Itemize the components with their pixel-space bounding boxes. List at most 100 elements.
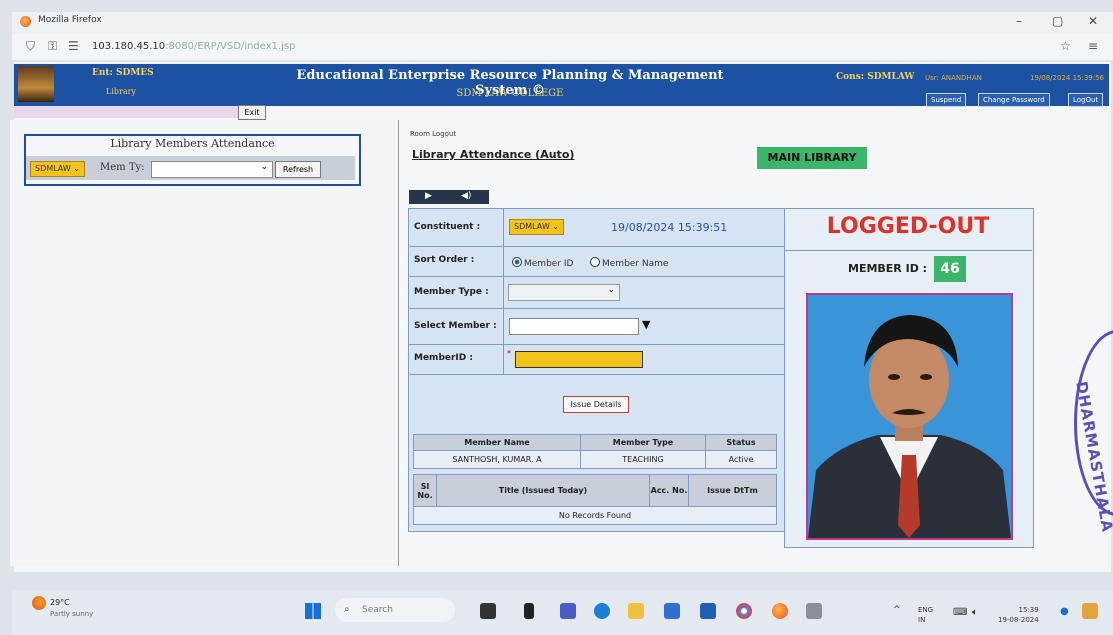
exit-button[interactable]: Exit (238, 105, 266, 120)
network-icon[interactable]: ⌨ (953, 607, 967, 618)
suspend-button[interactable]: Suspend (926, 93, 967, 107)
chevron-down-icon: ⌄ (552, 222, 559, 231)
select-member-label: Select Member : (414, 321, 497, 331)
file-explorer-icon[interactable] (628, 603, 644, 619)
form-divider (503, 208, 504, 374)
profile-member-id-value: 46 (934, 256, 966, 282)
edge-icon[interactable] (594, 603, 610, 619)
sort-radio-member-name[interactable]: Member Name (590, 257, 668, 269)
col-member-type: Member Type (580, 434, 706, 451)
notification-icon[interactable]: ● (1060, 606, 1069, 617)
issue-table: Sl No. Title (Issued Today) Acc. No. Iss… (413, 474, 777, 525)
lang-code: ENG (918, 606, 934, 614)
college-name: SDM LAW COLLEGE (456, 88, 564, 99)
clock-date: 19-08-2024 (998, 616, 1039, 624)
weather-temp[interactable]: 29°C (50, 598, 70, 607)
select-member-input[interactable] (509, 318, 639, 335)
member-portrait-image (808, 295, 1011, 538)
menu-icon[interactable]: ≡ (1088, 39, 1098, 53)
page-info-icon[interactable]: ☰ (68, 39, 79, 53)
weather-icon[interactable] (32, 596, 46, 610)
profile-member-id-label: MEMBER ID : (848, 262, 928, 275)
select-member-dropdown-icon[interactable]: ▼ (642, 318, 650, 331)
left-panel (10, 120, 399, 566)
entity-label: Ent: SDMES (92, 68, 154, 78)
change-password-button[interactable]: Change Password (978, 93, 1050, 107)
mem-type-select[interactable]: ⌄ (151, 161, 273, 178)
app-icon[interactable] (806, 603, 822, 619)
member-type-label: Member Type : (414, 287, 489, 297)
teams-icon[interactable] (560, 603, 576, 619)
search-icon: ⌕ (344, 604, 350, 615)
lang-region: IN (918, 616, 926, 624)
member-table: Member Name Member Type Status SANTHOSH,… (413, 434, 777, 469)
issue-details-button[interactable]: Issue Details (563, 396, 629, 413)
constituent-select[interactable]: SDMLAW ⌄ (30, 161, 85, 177)
media-player[interactable]: ▶ ◀) (409, 190, 489, 204)
required-marker: * (507, 349, 511, 358)
attendance-heading: Library Attendance (Auto) (412, 148, 575, 161)
constituent-label: Cons: SDMLAW (836, 72, 915, 82)
mem-type-label: Mem Ty: (100, 162, 145, 173)
shield-icon[interactable]: ⛉ (26, 39, 35, 54)
firefox-taskbar-icon[interactable] (772, 603, 788, 619)
constituent-select-value: SDMLAW (35, 164, 71, 173)
col-status: Status (705, 434, 777, 451)
member-photo (806, 293, 1013, 540)
system-clock[interactable]: 15:39 19-08-2024 (998, 605, 1039, 625)
member-id-input[interactable] (515, 351, 643, 368)
chevron-up-icon[interactable]: ^ (893, 605, 901, 615)
refresh-button[interactable]: Refresh (275, 161, 321, 178)
mail-icon[interactable] (700, 603, 716, 619)
col-title: Title (Issued Today) (436, 474, 650, 507)
firefox-icon (20, 16, 31, 27)
restore-icon[interactable]: ▢ (1052, 14, 1063, 28)
no-records-cell: No Records Found (413, 506, 777, 525)
logout-button[interactable]: LogOut (1068, 93, 1104, 107)
col-member-name: Member Name (413, 434, 581, 451)
form-constituent-value: SDMLAW (514, 222, 550, 231)
member-type-cell: TEACHING (580, 450, 706, 469)
volume-icon[interactable]: ◀) (461, 191, 471, 201)
bookmark-star-icon[interactable]: ☆ (1060, 39, 1071, 53)
member-type-select[interactable]: ⌄ (508, 284, 620, 301)
minimize-icon[interactable]: – (1016, 14, 1022, 28)
url-host: 103.180.45.10 (92, 41, 166, 52)
header-datetime: 19/08/2024 15:39:56 (1030, 74, 1105, 82)
weather-condition[interactable]: Partly sunny (50, 610, 93, 618)
form-clock: 19/08/2024 15:39:51 (611, 221, 728, 234)
language-indicator[interactable]: ENG IN (918, 605, 933, 625)
chrome-icon[interactable] (736, 603, 752, 619)
camera-app-icon[interactable] (480, 603, 496, 619)
files-app-icon[interactable] (524, 603, 534, 619)
constituent-field-label: Constituent : (414, 222, 481, 232)
login-status: LOGGED-OUT (826, 214, 990, 239)
sort-option-label: Member Name (602, 259, 669, 269)
room-logout-link[interactable]: Room Logout (410, 130, 456, 138)
windows-start-icon[interactable] (305, 603, 321, 619)
store-icon[interactable] (664, 603, 680, 619)
col-issue-dttm: Issue DtTm (688, 474, 777, 507)
widget-icon[interactable] (1082, 603, 1098, 619)
taskbar-search[interactable] (335, 598, 455, 622)
browser-titlebar: Mozilla Firefox – ▢ ✕ (12, 12, 1113, 34)
col-acc-no: Acc. No. (649, 474, 689, 507)
sort-order-label: Sort Order : (414, 255, 475, 265)
col-sl-no: Sl No. (413, 474, 437, 507)
location-badge: MAIN LIBRARY (757, 147, 867, 169)
play-icon[interactable]: ▶ (425, 191, 432, 201)
chevron-down-icon: ⌄ (260, 162, 268, 172)
close-icon[interactable]: ✕ (1088, 14, 1098, 28)
taskbar-search-label: Search (362, 605, 393, 615)
profile-divider (784, 250, 1032, 251)
address-bar[interactable]: ⛉ ⚿ ☰ 103.180.45.10:8080/ERP/VSD/index1.… (12, 34, 1113, 60)
volume-tray-icon[interactable]: 🔈︎ (972, 607, 978, 618)
user-label: Usr: ANANDHAN (925, 74, 982, 82)
lock-icon[interactable]: ⚿ (48, 39, 57, 54)
member-id-label: MemberID : (414, 353, 473, 363)
institution-logo (18, 66, 54, 102)
sort-radio-member-id[interactable]: Member ID (512, 257, 573, 269)
url-text[interactable]: 103.180.45.10:8080/ERP/VSD/index1.jsp (92, 41, 296, 52)
chevron-down-icon: ⌄ (73, 164, 80, 173)
form-constituent-select[interactable]: SDMLAW ⌄ (509, 219, 564, 235)
